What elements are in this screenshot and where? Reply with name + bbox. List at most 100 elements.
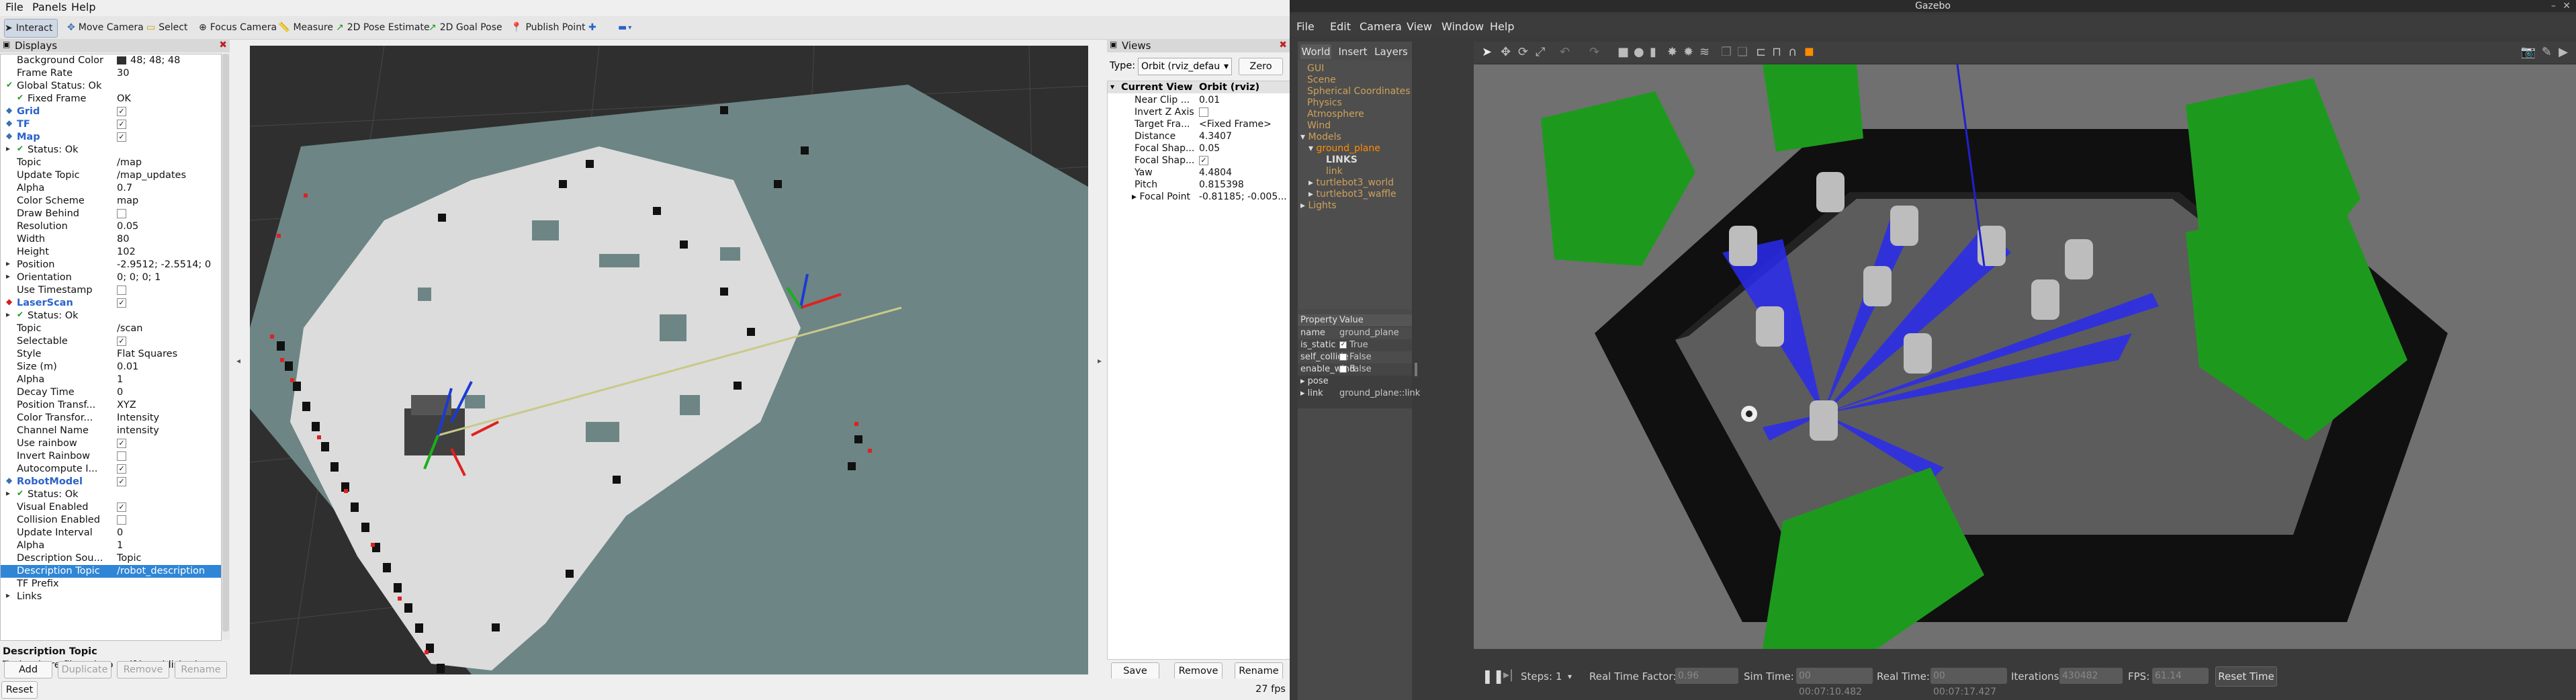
chevron-right-icon[interactable]: ▸ xyxy=(6,488,10,498)
focus-camera-tool[interactable]: ⊕ Focus Camera xyxy=(199,19,277,36)
reset-button[interactable]: Reset xyxy=(1,681,38,699)
checkbox[interactable]: ✓ xyxy=(1339,341,1347,349)
remove-tool-button[interactable]: ▬ ▾ xyxy=(618,19,631,36)
display-row[interactable]: Resolution 0.05 xyxy=(1,220,221,233)
interact-tool[interactable]: ➤ Interact xyxy=(4,19,58,38)
property-table[interactable]: Property Value name ground_plane is_stati… xyxy=(1298,314,1420,408)
property-value[interactable]: ground_plane xyxy=(1339,328,1399,338)
display-row-value[interactable]: XYZ xyxy=(117,400,136,410)
display-row[interactable]: Autocompute I... ✓ xyxy=(1,463,221,476)
save-view-button[interactable]: Save xyxy=(1111,662,1159,680)
select-tool[interactable]: ▭ Select xyxy=(146,19,187,36)
color-swatch[interactable] xyxy=(117,56,126,64)
view-property-value[interactable]: ✓ xyxy=(1199,155,1208,166)
magnet-icon[interactable]: ∩ xyxy=(1788,45,1797,59)
display-row[interactable]: Selectable ✓ xyxy=(1,335,221,348)
display-row-value[interactable] xyxy=(117,515,126,525)
display-row[interactable]: Decay Time 0 xyxy=(1,386,221,399)
display-row-value[interactable]: ✓ xyxy=(117,132,126,142)
tree-item-links[interactable]: LINKS xyxy=(1326,155,1358,165)
tree-item-models[interactable]: Models xyxy=(1308,132,1341,142)
chevron-right-icon[interactable]: ▸ xyxy=(6,590,10,600)
gz-menu-edit[interactable]: Edit xyxy=(1330,20,1351,33)
box-shape-icon[interactable]: ■ xyxy=(1617,45,1629,59)
view-property-row[interactable]: ▸ Focal Point -0.81185; -0.005... xyxy=(1108,191,1290,203)
display-row-value[interactable]: map xyxy=(117,195,138,206)
rename-view-button[interactable]: Rename xyxy=(1235,662,1283,680)
tree-item-ground-plane[interactable]: ground_plane xyxy=(1316,143,1380,154)
display-row[interactable]: Description Topic/robot_description xyxy=(1,565,221,578)
display-row[interactable]: Update Interval 0 xyxy=(1,527,221,539)
property-row[interactable]: is_static ✓ True xyxy=(1298,339,1412,351)
display-row[interactable]: Use rainbow ✓ xyxy=(1,437,221,450)
display-row[interactable]: Alpha 1 xyxy=(1,539,221,552)
view-property-row[interactable]: Focal Shap... 0.05 xyxy=(1108,142,1290,155)
redo-icon[interactable]: ↷ xyxy=(1589,45,1599,59)
scrollbar-thumb[interactable] xyxy=(222,54,229,631)
view-property-value[interactable]: <Fixed Frame> xyxy=(1199,119,1272,130)
view-property-value[interactable]: 0.815398 xyxy=(1199,179,1244,190)
display-row[interactable]: ▸◆Grid✓ xyxy=(1,105,221,118)
undo-icon[interactable]: ↶ xyxy=(1560,45,1570,59)
display-row-value[interactable]: 30 xyxy=(117,68,129,79)
display-row[interactable]: Topic/scan xyxy=(1,322,221,335)
property-value[interactable]: False xyxy=(1339,352,1372,362)
chevron-right-icon[interactable]: ▸ xyxy=(6,271,10,281)
display-row[interactable]: Style Flat Squares xyxy=(1,348,221,361)
display-row[interactable]: ▸◆TF✓ xyxy=(1,118,221,131)
display-tree-scrollbar[interactable] xyxy=(222,54,230,640)
display-tree[interactable]: Background Color48; 48; 48Frame Rate30▾✔… xyxy=(0,54,222,641)
display-row-value[interactable]: 80 xyxy=(117,234,129,245)
tab-world[interactable]: World xyxy=(1300,44,1331,59)
display-row[interactable]: Background Color 48; 48; 48 xyxy=(1,54,221,67)
copy-icon[interactable]: ❐ xyxy=(1721,45,1732,59)
display-row-value[interactable]: ✓ xyxy=(117,464,126,474)
zero-button[interactable]: Zero xyxy=(1239,58,1283,75)
close-icon[interactable]: ✖ xyxy=(219,40,227,50)
display-row-value[interactable] xyxy=(117,451,126,462)
view-angle-icon[interactable]: ◼ xyxy=(1804,44,1814,58)
display-row-value[interactable]: 1 xyxy=(117,540,123,551)
chevron-right-icon[interactable]: ▸ xyxy=(6,144,10,153)
display-row[interactable]: ▾◆Map✓ xyxy=(1,131,221,144)
display-row[interactable]: ▸ Links xyxy=(1,590,221,603)
goal-pose-tool[interactable]: ↗ 2D Goal Pose xyxy=(429,19,502,36)
chevron-right-icon[interactable]: ▸ xyxy=(6,259,10,268)
display-row[interactable]: Channel Name intensity xyxy=(1,425,221,437)
checkbox[interactable] xyxy=(117,209,126,218)
display-row[interactable]: Position Transf... XYZ xyxy=(1,399,221,412)
display-row-value[interactable]: ✓ xyxy=(117,502,126,513)
view-property-row[interactable]: Distance 4.3407 xyxy=(1108,130,1290,142)
display-row-value[interactable]: ✓ xyxy=(117,476,126,487)
display-row-value[interactable] xyxy=(117,208,126,219)
display-row[interactable]: ▸ Orientation 0; 0; 0; 1 xyxy=(1,271,221,284)
gazebo-3d-viewport[interactable] xyxy=(1474,64,2576,649)
view-property-row[interactable]: Pitch 0.815398 xyxy=(1108,179,1290,191)
tree-item-wind[interactable]: Wind xyxy=(1307,120,1331,131)
display-row-value[interactable]: 0.05 xyxy=(117,221,138,232)
display-row[interactable]: TF Prefix xyxy=(1,578,221,590)
checkbox[interactable]: ✓ xyxy=(117,439,126,448)
measure-tool[interactable]: 📏 Measure xyxy=(278,19,333,36)
snap-icon[interactable]: ⊓ xyxy=(1772,45,1781,59)
display-row-value[interactable]: ✓ xyxy=(117,298,126,308)
view-property-row[interactable]: Target Fra... <Fixed Frame> xyxy=(1108,118,1290,130)
display-row[interactable]: ✔ Fixed Frame OK xyxy=(1,93,221,105)
checkbox[interactable] xyxy=(1339,365,1347,373)
property-value[interactable]: ✓ True xyxy=(1339,340,1368,350)
close-icon[interactable]: ✕ xyxy=(2563,0,2571,12)
property-value[interactable]: False xyxy=(1339,364,1372,374)
log-icon[interactable]: ✎ xyxy=(2542,45,2552,59)
checkbox[interactable]: ✓ xyxy=(117,107,126,116)
property-row[interactable]: ▸ link ground_plane::link xyxy=(1298,388,1420,400)
publish-point-tool[interactable]: 📍 Publish Point xyxy=(510,19,586,36)
property-value[interactable]: ground_plane::link xyxy=(1339,388,1420,398)
property-row[interactable]: ▸ pose xyxy=(1298,376,1412,388)
display-row-value[interactable]: /robot_description xyxy=(117,566,205,576)
gz-menu-help[interactable]: Help xyxy=(1490,20,1514,33)
display-row[interactable]: Description Sou... Topic xyxy=(1,552,221,565)
views-table[interactable]: ▾ Current View Orbit (rviz) Near Clip ..… xyxy=(1107,81,1290,660)
display-row-value[interactable]: /scan xyxy=(117,323,143,334)
display-row-value[interactable]: ✓ xyxy=(117,119,126,130)
view-property-value[interactable]: 4.3407 xyxy=(1199,131,1232,142)
